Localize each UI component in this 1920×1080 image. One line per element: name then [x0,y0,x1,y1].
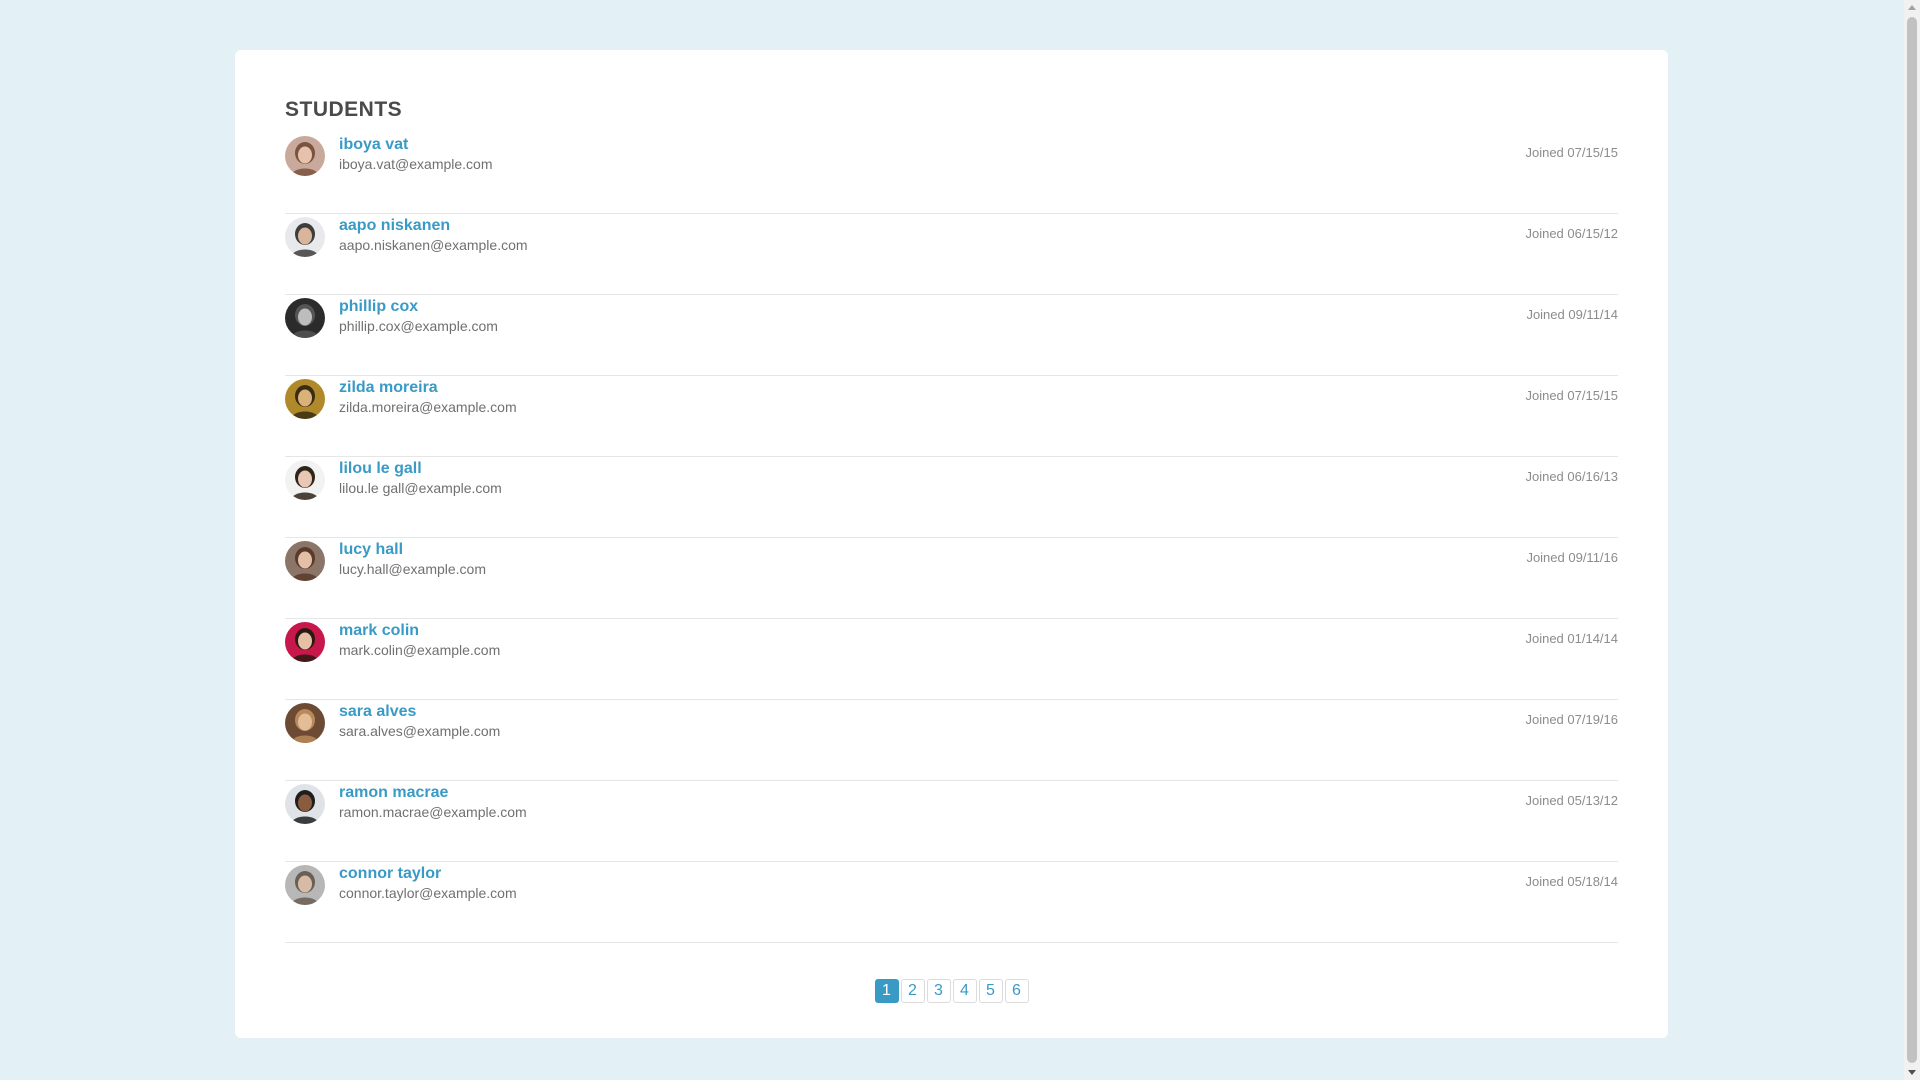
student-row: lucy hall lucy.hall@example.com Joined 09/… [285,538,1618,619]
student-name-link[interactable]: phillip cox [339,297,498,317]
joined-date: Joined 06/16/13 [1525,469,1618,484]
student-email: aapo.niskanen@example.com [339,237,528,253]
student-name-link[interactable]: lilou le gall [339,459,502,479]
page-button-5[interactable]: 5 [978,979,1003,1003]
student-name-link[interactable]: connor taylor [339,864,517,884]
student-email: phillip.cox@example.com [339,318,498,334]
user-avatar-icon [285,703,325,743]
student-row: lilou le gall lilou.le gall@example.com Jo… [285,457,1618,538]
pagination: 123456 [285,979,1618,1003]
avatar[interactable] [285,784,325,824]
joined-date: Joined 01/14/14 [1525,631,1618,646]
avatar[interactable] [285,217,325,257]
student-email: sara.alves@example.com [339,723,501,739]
scroll-down-arrow-icon[interactable] [1908,1070,1916,1075]
joined-date: Joined 07/15/15 [1525,388,1618,403]
joined-date: Joined 05/18/14 [1525,874,1618,889]
avatar[interactable] [285,703,325,743]
student-row: zilda moreira zilda.moreira@example.com Jo… [285,376,1618,457]
student-info: lilou le gall lilou.le gall@example.com [339,459,502,497]
student-email: mark.colin@example.com [339,642,501,658]
avatar[interactable] [285,379,325,419]
page-button-2[interactable]: 2 [900,979,925,1003]
user-avatar-icon [285,460,325,500]
user-avatar-icon [285,784,325,824]
avatar[interactable] [285,460,325,500]
page-button-4[interactable]: 4 [952,979,977,1003]
student-row: aapo niskanen aapo.niskanen@example.com Jo… [285,214,1618,295]
user-avatar-icon [285,217,325,257]
student-email: iboya.vat@example.com [339,156,493,172]
joined-date: Joined 09/11/14 [1526,307,1618,322]
page-button-3[interactable]: 3 [926,979,951,1003]
student-email: zilda.moreira@example.com [339,399,517,415]
joined-date: Joined 07/19/16 [1525,712,1618,727]
page-title: STUDENTS [285,98,403,121]
user-avatar-icon [285,379,325,419]
page-button-6[interactable]: 6 [1004,979,1029,1003]
avatar[interactable] [285,622,325,662]
page-button-1[interactable]: 1 [874,979,899,1003]
user-avatar-icon [285,865,325,905]
student-name-link[interactable]: sara alves [339,702,500,722]
student-email: lucy.hall@example.com [339,561,487,577]
student-name-link[interactable]: iboya vat [339,135,493,155]
avatar[interactable] [285,136,325,176]
student-row: mark colin mark.colin@example.com Joined 0… [285,619,1618,700]
joined-date: Joined 05/13/12 [1525,793,1618,808]
student-row: phillip cox phillip.cox@example.com Joined… [285,295,1618,376]
scroll-thumb[interactable] [1907,17,1917,1063]
user-avatar-icon [285,136,325,176]
student-name-link[interactable]: lucy hall [339,540,486,560]
student-email: lilou.le gall@example.com [339,480,502,496]
vertical-scrollbar[interactable] [1904,0,1920,1080]
student-info: phillip cox phillip.cox@example.com [339,297,498,335]
student-row: iboya vat iboya.vat@example.com Joined 07/… [285,133,1618,214]
student-row: ramon macrae ramon.macrae@example.com Join… [285,781,1618,862]
student-name-link[interactable]: mark colin [339,621,500,641]
avatar[interactable] [285,865,325,905]
student-name-link[interactable]: ramon macrae [339,783,527,803]
scroll-up-arrow-icon[interactable] [1908,5,1916,10]
student-info: iboya vat iboya.vat@example.com [339,135,493,173]
avatar[interactable] [285,298,325,338]
student-info: sara alves sara.alves@example.com [339,702,500,740]
student-info: connor taylor connor.taylor@example.com [339,864,517,902]
student-name-link[interactable]: aapo niskanen [339,216,528,236]
student-row: sara alves sara.alves@example.com Joined 0… [285,700,1618,781]
avatar[interactable] [285,541,325,581]
students-card: STUDENTS iboya vat iboya.vat@example.com J… [235,50,1668,1038]
student-row: connor taylor connor.taylor@example.com Jo… [285,862,1618,943]
joined-date: Joined 09/11/16 [1526,550,1618,565]
student-info: mark colin mark.colin@example.com [339,621,500,659]
student-list: iboya vat iboya.vat@example.com Joined 07/… [285,133,1618,943]
student-name-link[interactable]: zilda moreira [339,378,517,398]
joined-date: Joined 07/15/15 [1525,145,1618,160]
student-info: zilda moreira zilda.moreira@example.com [339,378,517,416]
student-email: connor.taylor@example.com [339,885,517,901]
user-avatar-icon [285,298,325,338]
student-info: ramon macrae ramon.macrae@example.com [339,783,527,821]
joined-date: Joined 06/15/12 [1525,226,1618,241]
user-avatar-icon [285,541,325,581]
student-info: aapo niskanen aapo.niskanen@example.com [339,216,528,254]
student-info: lucy hall lucy.hall@example.com [339,540,486,578]
user-avatar-icon [285,622,325,662]
student-email: ramon.macrae@example.com [339,804,527,820]
